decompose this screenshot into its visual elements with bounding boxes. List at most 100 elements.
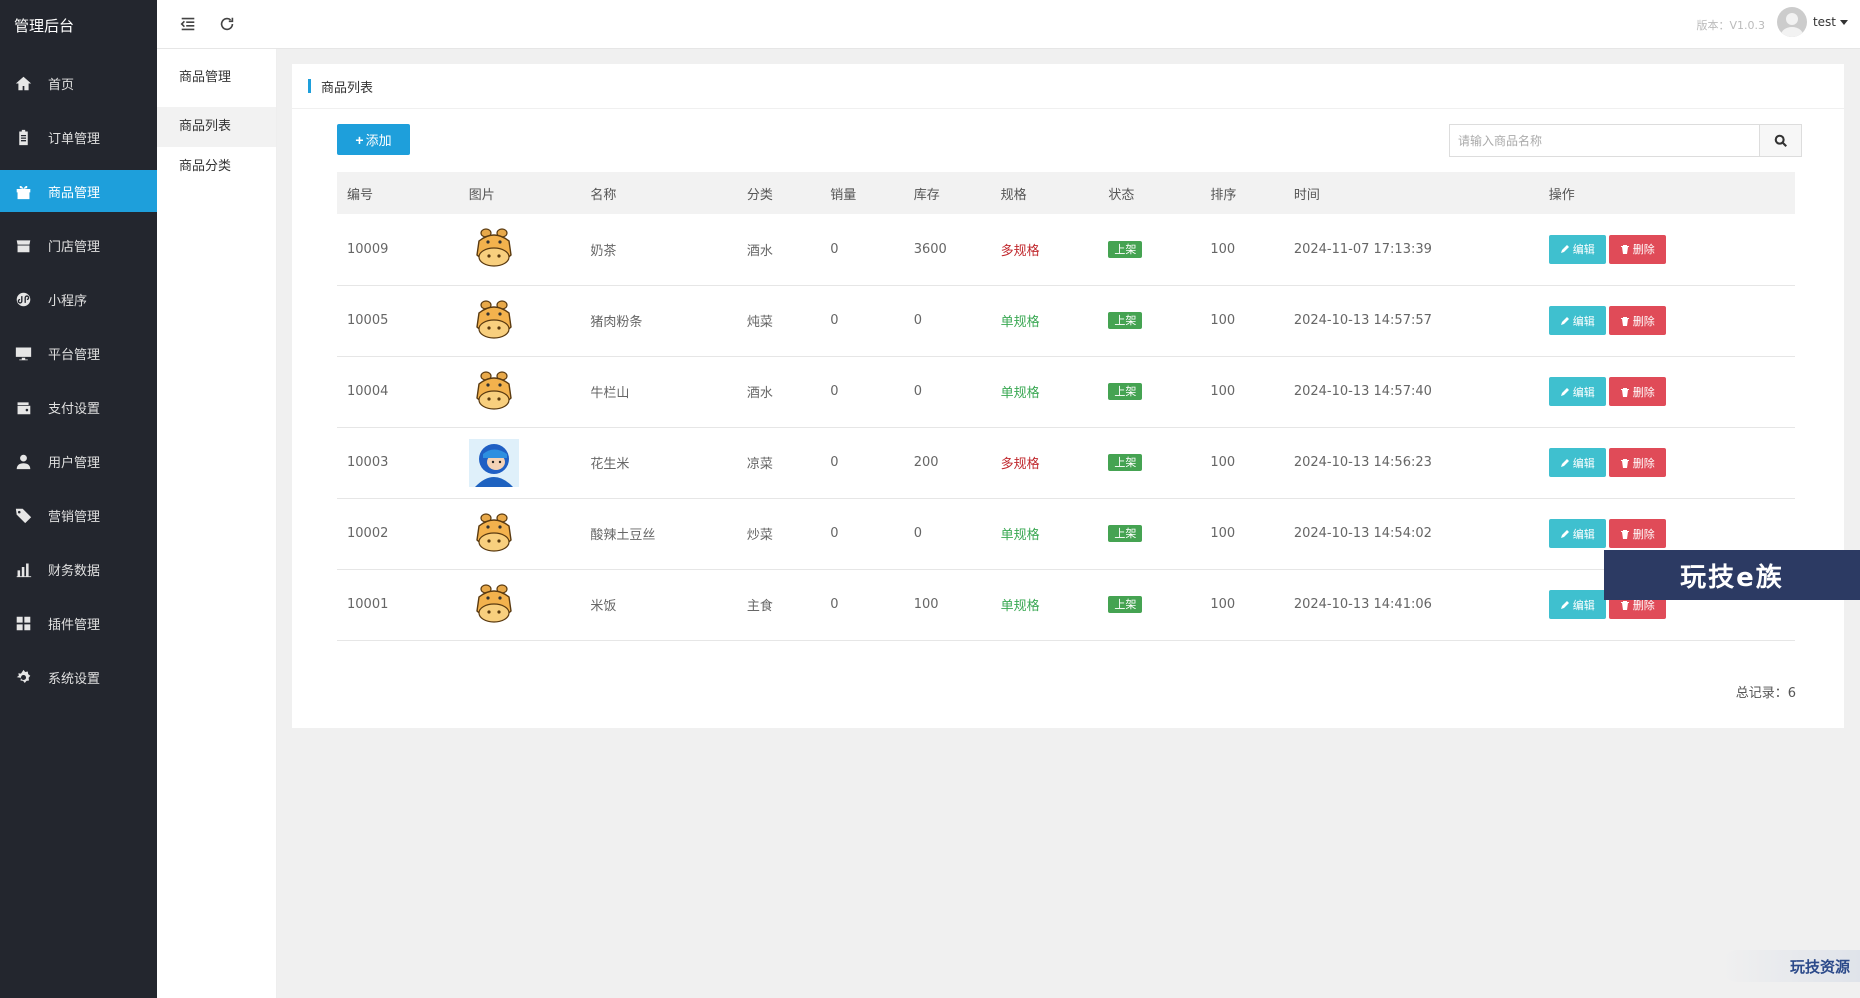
hippo-image [475, 583, 512, 623]
sidebar-item-store[interactable]: 门店管理 [0, 224, 157, 266]
sidebar-item-home[interactable]: 首页 [0, 62, 157, 104]
status-badge: 上架 [1108, 596, 1143, 613]
product-time: 2024-10-13 14:57:57 [1293, 313, 1432, 328]
sidebar-item-gift[interactable]: 商品管理 [0, 170, 157, 212]
pencil-icon [1560, 529, 1569, 538]
table-row: 10005 猪肉粉条 炖菜 0 0 单规格 上架 100 2024-10-13 14:57:57… [337, 285, 1795, 357]
sidebar-item-bar-chart[interactable]: 财务数据 [0, 548, 157, 590]
sidebar-item-miniprogram[interactable]: 小程序 [0, 278, 157, 320]
sidebar-item-label: 首页 [48, 77, 75, 93]
trash-icon [1620, 387, 1629, 397]
pencil-icon [1560, 245, 1569, 254]
sidebar-item-wallet[interactable]: 支付设置 [0, 386, 157, 428]
status-badge: 上架 [1108, 383, 1143, 400]
monitor-icon [14, 344, 32, 362]
edit-label: 编辑 [1572, 528, 1595, 541]
delete-button[interactable]: 删除 [1608, 519, 1666, 548]
product-time: 2024-10-13 14:54:02 [1293, 526, 1432, 541]
status-badge: 上架 [1108, 525, 1143, 542]
sidebar-item-label: 订单管理 [48, 131, 101, 147]
sidebar-item-monitor[interactable]: 平台管理 [0, 332, 157, 374]
delete-button[interactable]: 删除 [1608, 234, 1666, 264]
product-category: 酒水 [746, 243, 773, 259]
product-name: 酸辣土豆丝 [590, 528, 656, 543]
pencil-icon [1560, 387, 1569, 396]
hippo-image [475, 370, 512, 410]
product-spec: 多规格 [1000, 243, 1040, 259]
product-spec: 单规格 [1000, 386, 1040, 401]
product-spec: 单规格 [1000, 528, 1040, 543]
user-menu[interactable]: test [1776, 7, 1848, 37]
search-input[interactable] [1449, 124, 1759, 157]
product-category: 主食 [746, 599, 773, 614]
pencil-icon [1560, 600, 1569, 609]
product-time: 2024-10-13 14:57:40 [1293, 384, 1432, 399]
user-name: test [1812, 15, 1836, 29]
sidebar-item-puzzle[interactable]: 插件管理 [0, 602, 157, 644]
delete-button[interactable]: 删除 [1608, 306, 1666, 335]
clipboard-icon [14, 128, 32, 146]
product-id: 10009 [347, 241, 389, 257]
edit-button[interactable]: 编辑 [1548, 234, 1606, 264]
product-time: 2024-10-13 14:41:06 [1293, 597, 1432, 612]
product-id: 10001 [347, 597, 389, 612]
delete-button[interactable]: 删除 [1608, 377, 1666, 406]
product-sort: 100 [1210, 313, 1236, 328]
edit-button[interactable]: 编辑 [1548, 448, 1606, 477]
product-sort: 100 [1210, 455, 1236, 470]
hippo-image [475, 299, 512, 339]
wallet-icon [14, 398, 32, 416]
search-button[interactable] [1759, 124, 1802, 157]
product-name: 米饭 [590, 599, 617, 614]
card-header: 商品列表 [292, 64, 1844, 109]
column-header: 时间 [1293, 187, 1320, 203]
edit-label: 编辑 [1572, 315, 1595, 328]
subnav-item-product-category[interactable]: 商品分类 [157, 147, 276, 187]
product-id: 10004 [347, 384, 389, 399]
product-category: 炖菜 [746, 315, 773, 330]
refresh-icon[interactable] [215, 12, 239, 36]
brand-title: 管理后台 [14, 17, 75, 35]
sidebar-item-tags[interactable]: 营销管理 [0, 494, 157, 536]
card-title: 商品列表 [321, 80, 374, 96]
product-spec: 单规格 [1000, 599, 1040, 614]
miniprogram-icon [14, 290, 32, 308]
edit-button[interactable]: 编辑 [1548, 519, 1606, 548]
trash-icon [1620, 245, 1629, 255]
column-header: 编号 [347, 187, 374, 203]
subnav-item-product-list[interactable]: 商品列表 [157, 107, 276, 147]
sidebar-item-label: 系统设置 [48, 671, 101, 687]
product-id: 10005 [347, 313, 389, 328]
product-sort: 100 [1210, 526, 1236, 541]
watermark-corner: 玩技资源 [1721, 950, 1860, 982]
bar-chart-icon [14, 560, 32, 578]
sidebar-item-label: 小程序 [48, 293, 88, 309]
product-stock: 0 [913, 313, 922, 328]
menu-collapse-icon[interactable] [176, 12, 200, 36]
column-header: 分类 [746, 187, 773, 203]
search-box [1449, 124, 1806, 157]
sidebar-item-gear[interactable]: 系统设置 [0, 656, 157, 698]
sidebar-item-label: 门店管理 [48, 239, 101, 255]
add-button-label: 添加 [365, 133, 392, 148]
hippo-image [475, 228, 512, 267]
trash-icon [1620, 529, 1629, 539]
product-list-card: 商品列表 + 添加 编号 图片 名称 分类 销量 库存 规格 状态 排序 时间 操作 10009 奶茶… [292, 64, 1844, 728]
product-time: 2024-10-13 14:56:23 [1293, 455, 1432, 470]
sidebar-item-user[interactable]: 用户管理 [0, 440, 157, 482]
delete-button[interactable]: 删除 [1608, 448, 1666, 477]
edit-button[interactable]: 编辑 [1548, 306, 1606, 335]
add-button[interactable]: + 添加 [337, 124, 410, 155]
delete-label: 删除 [1632, 386, 1655, 399]
edit-button[interactable]: 编辑 [1548, 590, 1606, 619]
sidebar-item-clipboard[interactable]: 订单管理 [0, 116, 157, 158]
sidebar-item-label: 平台管理 [48, 347, 101, 363]
table-row: 10003 花生米 凉菜 0 200 多规格 上架 100 2024-10-13 14:56:2… [337, 427, 1795, 499]
column-header: 名称 [590, 187, 617, 203]
column-header: 状态 [1108, 187, 1135, 203]
product-sales: 0 [830, 241, 839, 257]
sub-nav: 商品管理 商品列表 商品分类 [157, 49, 277, 998]
edit-button[interactable]: 编辑 [1548, 377, 1606, 406]
product-sort: 100 [1210, 597, 1236, 612]
table-row: 10009 奶茶 酒水 0 3600 多规格 上架 100 2024-11-07 17:13:3… [337, 214, 1795, 286]
